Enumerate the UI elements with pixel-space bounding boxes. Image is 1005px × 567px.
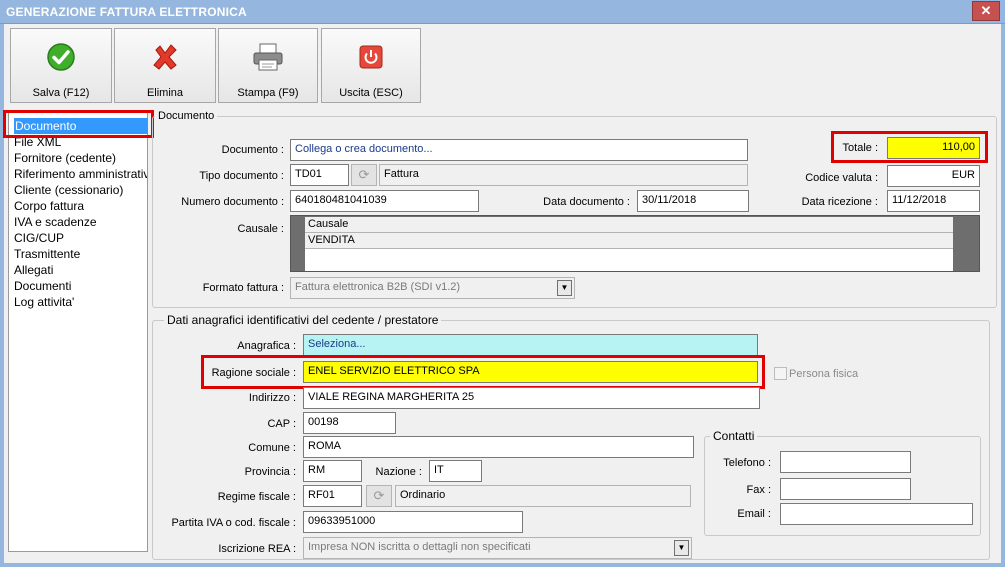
save-button[interactable]: Salva (F12) (10, 28, 112, 103)
anagrafica-select-field[interactable]: Seleziona... (303, 334, 758, 356)
sidebar-item-allegati[interactable]: Allegati (14, 262, 147, 278)
iscrizione-rea-select[interactable]: Impresa NON iscritta o dettagli non spec… (303, 537, 692, 559)
email-field[interactable] (780, 503, 973, 525)
nazione-label: Nazione : (375, 466, 422, 478)
tipo-documento-code-field[interactable]: TD01 (290, 164, 349, 186)
printer-icon (219, 39, 317, 75)
tipo-documento-desc-field: Fattura (379, 164, 748, 186)
window-title: GENERAZIONE FATTURA ELETTRONICA (6, 5, 247, 19)
indirizzo-field[interactable]: VIALE REGINA MARGHERITA 25 (303, 387, 760, 409)
annotation-highlight-totale (831, 131, 988, 163)
formato-fattura-select[interactable]: Fattura elettronica B2B (SDI v1.2) ▼ (290, 277, 575, 299)
anagrafica-label: Anagrafica : (237, 340, 296, 352)
chevron-down-icon: ▼ (557, 280, 572, 296)
sidebar-item-log-attivita[interactable]: Log attivita' (14, 294, 147, 310)
comune-label: Comune : (248, 442, 296, 454)
regime-fiscale-code-field[interactable]: RF01 (303, 485, 362, 507)
persona-fisica-checkbox[interactable] (774, 367, 787, 380)
sidebar-item-iva-scadenze[interactable]: IVA e scadenze (14, 214, 147, 230)
sidebar-item-cig-cup[interactable]: CIG/CUP (14, 230, 147, 246)
fax-field[interactable] (780, 478, 911, 500)
documento-label: Documento : (221, 144, 284, 156)
print-button[interactable]: Stampa (F9) (218, 28, 318, 103)
sidebar-item-fornitore[interactable]: Fornitore (cedente) (14, 150, 147, 166)
refresh-icon: ⟳ (373, 488, 385, 503)
partita-iva-label: Partita IVA o cod. fiscale : (171, 517, 296, 529)
data-ricezione-field[interactable]: 11/12/2018 (887, 190, 980, 212)
regime-fiscale-desc-field: Ordinario (395, 485, 691, 507)
sidebar-item-documenti[interactable]: Documenti (14, 278, 147, 294)
close-button[interactable]: ✕ (972, 1, 1000, 21)
numero-documento-label: Numero documento : (181, 196, 284, 208)
causale-label: Causale : (237, 223, 284, 235)
formato-fattura-label: Formato fattura : (202, 282, 284, 294)
telefono-field[interactable] (780, 451, 911, 473)
documento-link-field[interactable]: Collega o crea documento... (290, 139, 748, 161)
telefono-label: Telefono : (723, 457, 771, 469)
persona-fisica-label: Persona fisica (789, 368, 859, 380)
checkmark-icon (11, 39, 111, 75)
regime-fiscale-lookup-button[interactable]: ⟳ (366, 485, 392, 507)
codice-valuta-label: Codice valuta : (805, 172, 878, 184)
partita-iva-field[interactable]: 09633951000 (303, 511, 523, 533)
tipo-documento-label: Tipo documento : (199, 170, 284, 182)
delete-label: Elimina (146, 87, 184, 99)
chevron-down-icon: ▼ (674, 540, 689, 556)
cap-field[interactable]: 00198 (303, 412, 396, 434)
sidebar-item-cliente[interactable]: Cliente (cessionario) (14, 182, 147, 198)
data-documento-field[interactable]: 30/11/2018 (637, 190, 749, 212)
indirizzo-label: Indirizzo : (248, 392, 296, 404)
iscrizione-rea-value: Impresa NON iscritta o dettagli non spec… (308, 541, 531, 553)
codice-valuta-field[interactable]: EUR (887, 165, 980, 187)
print-label: Stampa (F9) (237, 87, 299, 99)
sidebar-item-corpo-fattura[interactable]: Corpo fattura (14, 198, 147, 214)
provincia-label: Provincia : (244, 466, 296, 478)
causale-grid-body: Causale VENDITA (305, 217, 953, 271)
sidebar-nav: Documento File XML Fornitore (cedente) R… (8, 112, 148, 552)
comune-field[interactable]: ROMA (303, 436, 694, 458)
data-ricezione-label: Data ricezione : (801, 196, 878, 208)
tipo-documento-lookup-button[interactable]: ⟳ (351, 164, 377, 186)
fax-label: Fax : (746, 484, 771, 496)
email-label: Email : (737, 508, 771, 520)
documento-group-title: Documento (155, 110, 218, 122)
cedente-group-title: Dati anagrafici identificativi del ceden… (164, 313, 442, 327)
annotation-highlight-documento (3, 110, 154, 138)
cap-label: CAP : (267, 418, 296, 430)
sidebar-item-trasmittente[interactable]: Trasmittente (14, 246, 147, 262)
exit-label: Uscita (ESC) (339, 87, 403, 99)
iscrizione-rea-label: Iscrizione REA : (218, 543, 296, 555)
power-icon (322, 39, 420, 75)
regime-fiscale-label: Regime fiscale : (217, 491, 296, 503)
numero-documento-field[interactable]: 640180481041039 (290, 190, 479, 212)
causale-column-header: Causale (305, 217, 953, 233)
table-row[interactable]: VENDITA (305, 233, 953, 249)
provincia-field[interactable]: RM (303, 460, 362, 482)
contatti-group-title: Contatti (710, 429, 758, 443)
exit-button[interactable]: Uscita (ESC) (321, 28, 421, 103)
save-label: Salva (F12) (32, 87, 90, 99)
delete-x-icon (115, 39, 215, 75)
delete-button[interactable]: Elimina (114, 28, 216, 103)
title-bar: GENERAZIONE FATTURA ELETTRONICA ✕ (0, 0, 1005, 24)
causale-grid[interactable]: Causale VENDITA (290, 215, 980, 272)
data-documento-label: Data documento : (543, 196, 630, 208)
sidebar-item-riferimento[interactable]: Riferimento amministrativo (14, 166, 147, 182)
annotation-highlight-ragione-sociale (201, 355, 765, 389)
nazione-field[interactable]: IT (429, 460, 482, 482)
refresh-icon: ⟳ (358, 167, 370, 182)
formato-fattura-value: Fattura elettronica B2B (SDI v1.2) (295, 281, 461, 293)
